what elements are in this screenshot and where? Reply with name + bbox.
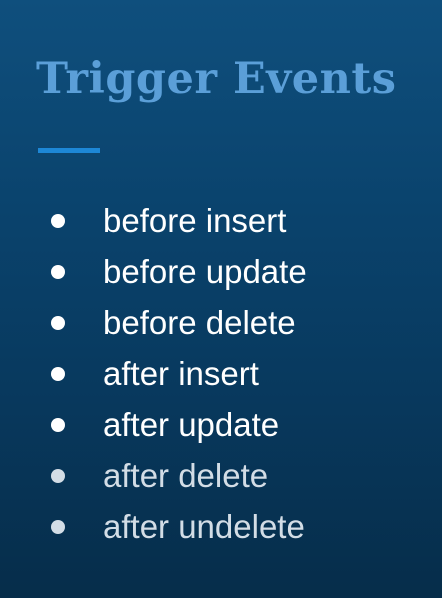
list-item-label: after insert [103, 355, 259, 392]
trigger-events-list: before insert before update before delet… [0, 199, 442, 556]
list-item: before delete [0, 301, 442, 352]
bullet-icon [51, 367, 65, 381]
list-item-label: before update [103, 253, 307, 290]
bullet-icon [51, 469, 65, 483]
bullet-icon [51, 214, 65, 228]
list-item: after delete [0, 454, 442, 505]
slide-title: Trigger Events [36, 54, 397, 104]
bullet-icon [51, 418, 65, 432]
bullet-icon [51, 520, 65, 534]
bullet-icon [51, 265, 65, 279]
slide: Trigger Events before insert before upda… [0, 0, 442, 598]
list-item-label: before delete [103, 304, 296, 341]
list-item: after insert [0, 352, 442, 403]
list-item: after undelete [0, 505, 442, 556]
list-item: after update [0, 403, 442, 454]
list-item-label: after update [103, 406, 280, 443]
list-item-label: before insert [103, 202, 287, 239]
title-underline [38, 148, 100, 153]
list-item: before update [0, 250, 442, 301]
list-item: before insert [0, 199, 442, 250]
list-item-label: after delete [103, 457, 269, 494]
list-item-label: after undelete [103, 508, 305, 545]
bullet-icon [51, 316, 65, 330]
